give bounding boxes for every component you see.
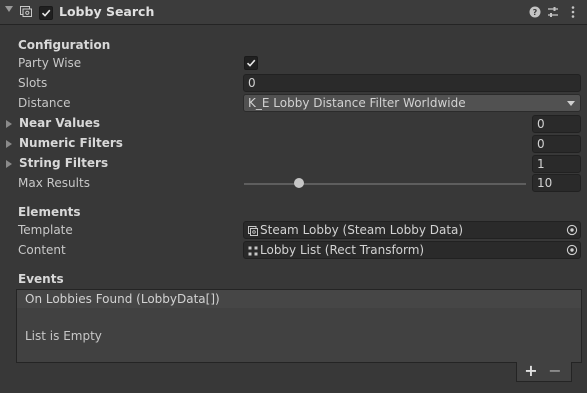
- max-results-label: Max Results: [18, 176, 90, 190]
- numeric-filters-foldout-icon[interactable]: [6, 140, 12, 148]
- help-icon[interactable]: ?: [528, 5, 542, 19]
- slots-label: Slots: [18, 76, 48, 90]
- chevron-down-icon: [567, 101, 575, 106]
- content-object-value: Lobby List (Rect Transform): [260, 243, 425, 257]
- component-title: Lobby Search: [59, 4, 155, 19]
- empty-list-text: List is Empty: [25, 329, 102, 343]
- script-icon: [20, 6, 32, 17]
- elements-section-label: Elements: [18, 205, 81, 219]
- rect-transform-icon: [248, 245, 258, 256]
- template-object-value: Steam Lobby (Steam Lobby Data): [260, 223, 464, 237]
- near-values-foldout-icon[interactable]: [6, 120, 12, 128]
- distance-dropdown-value: K_E Lobby Distance Filter Worldwide: [248, 96, 466, 110]
- distance-label: Distance: [18, 96, 71, 110]
- add-listener-button[interactable]: +: [524, 363, 538, 379]
- numeric-filters-size-field[interactable]: 0: [532, 135, 581, 153]
- events-section-label: Events: [18, 272, 64, 286]
- configuration-section-label: Configuration: [18, 38, 111, 52]
- party-wise-checkbox[interactable]: [244, 56, 258, 70]
- string-filters-size-field[interactable]: 1: [532, 155, 581, 173]
- kebab-menu-icon[interactable]: [566, 5, 580, 19]
- content-label: Content: [18, 243, 66, 257]
- template-object-field[interactable]: Steam Lobby (Steam Lobby Data): [243, 221, 581, 239]
- string-filters-label[interactable]: String Filters: [19, 156, 108, 170]
- content-object-field[interactable]: Lobby List (Rect Transform): [243, 241, 581, 259]
- svg-text:?: ?: [533, 8, 538, 17]
- foldout-arrow-icon[interactable]: [5, 6, 13, 12]
- max-results-slider-handle[interactable]: [294, 178, 304, 188]
- distance-dropdown[interactable]: K_E Lobby Distance Filter Worldwide: [243, 94, 581, 112]
- string-filters-foldout-icon[interactable]: [6, 160, 12, 168]
- presets-icon[interactable]: [546, 5, 560, 19]
- template-object-picker-icon[interactable]: [566, 224, 578, 236]
- script-asset-icon: [248, 225, 258, 236]
- slots-field[interactable]: 0: [243, 74, 581, 92]
- template-label: Template: [18, 223, 73, 237]
- content-object-picker-icon[interactable]: [566, 244, 578, 256]
- near-values-label[interactable]: Near Values: [19, 116, 100, 130]
- party-wise-label: Party Wise: [18, 56, 82, 70]
- max-results-field[interactable]: 10: [532, 174, 581, 192]
- component-enabled-checkbox[interactable]: [39, 6, 53, 20]
- numeric-filters-label[interactable]: Numeric Filters: [19, 136, 123, 150]
- unity-event-header: On Lobbies Found (LobbyData[]): [16, 289, 582, 309]
- near-values-size-field[interactable]: 0: [532, 115, 581, 133]
- remove-listener-button[interactable]: −: [548, 363, 562, 379]
- max-results-slider-track[interactable]: [244, 183, 526, 185]
